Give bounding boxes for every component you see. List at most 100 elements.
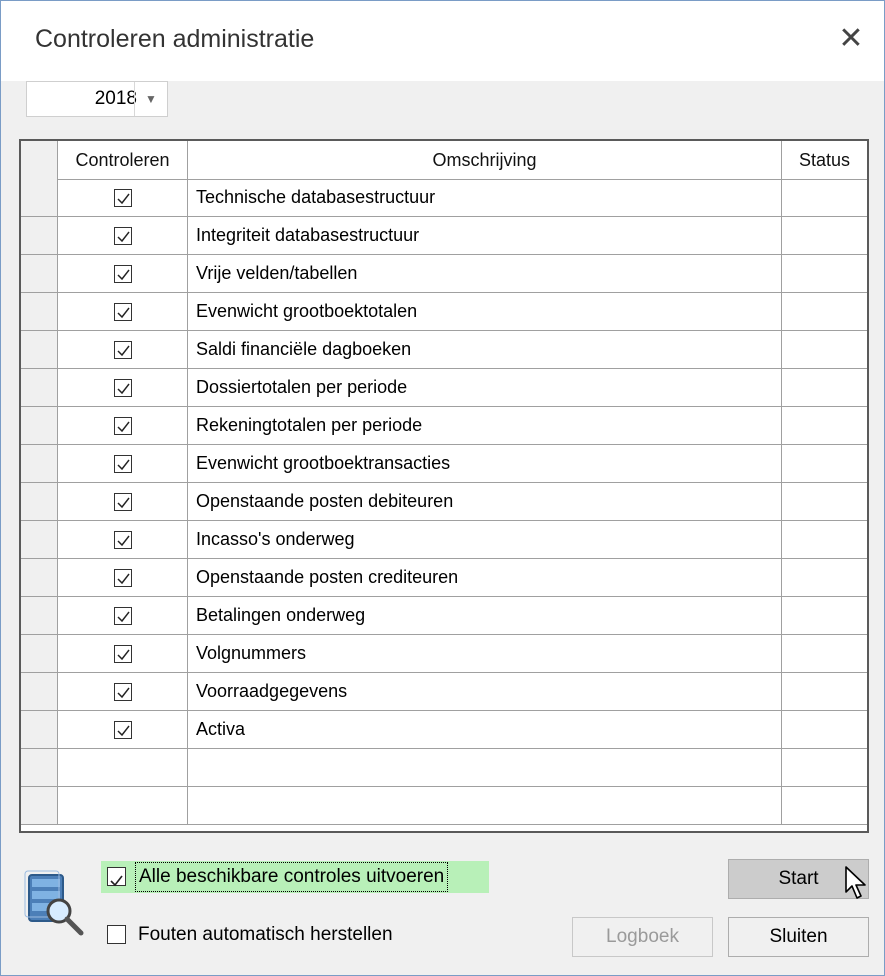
run-all-checkbox[interactable] xyxy=(107,867,126,887)
logbook-button[interactable]: Logboek xyxy=(572,917,713,957)
row-header-cell[interactable] xyxy=(21,255,58,292)
close-button[interactable]: Sluiten xyxy=(728,917,869,957)
description-cell: Betalingen onderweg xyxy=(188,597,782,634)
row-checkbox[interactable] xyxy=(113,606,132,625)
check-cell[interactable] xyxy=(58,749,188,786)
table-row[interactable]: Evenwicht grootboektotalen xyxy=(21,293,867,331)
check-cell[interactable] xyxy=(58,559,188,596)
status-cell xyxy=(782,445,867,482)
column-header-check[interactable]: Controleren xyxy=(58,141,188,179)
row-checkbox[interactable] xyxy=(113,492,132,511)
close-icon[interactable]: ✕ xyxy=(827,15,875,63)
table-row[interactable]: Openstaande posten crediteuren xyxy=(21,559,867,597)
table-row[interactable]: Voorraadgegevens xyxy=(21,673,867,711)
table-row[interactable]: Integriteit databasestructuur xyxy=(21,217,867,255)
row-checkbox[interactable] xyxy=(113,416,132,435)
dropdown-arrow-icon[interactable]: ▼ xyxy=(134,82,167,116)
table-row[interactable]: Volgnummers xyxy=(21,635,867,673)
table-row[interactable]: Incasso's onderweg xyxy=(21,521,867,559)
table-row[interactable]: Saldi financiële dagboeken xyxy=(21,331,867,369)
status-cell xyxy=(782,293,867,330)
row-checkbox[interactable] xyxy=(113,530,132,549)
check-cell[interactable] xyxy=(58,331,188,368)
status-cell xyxy=(782,179,867,216)
row-checkbox[interactable] xyxy=(113,720,132,739)
row-header-cell[interactable] xyxy=(21,331,58,368)
check-cell[interactable] xyxy=(58,217,188,254)
database-search-icon xyxy=(23,869,87,942)
auto-fix-option[interactable]: Fouten automatisch herstellen xyxy=(101,919,441,951)
run-all-checks-option[interactable]: Alle beschikbare controles uitvoeren xyxy=(101,861,489,893)
row-header-cell[interactable] xyxy=(21,407,58,444)
description-cell: Saldi financiële dagboeken xyxy=(188,331,782,368)
row-checkbox[interactable] xyxy=(113,682,132,701)
table-row[interactable]: Activa xyxy=(21,711,867,749)
check-cell[interactable] xyxy=(58,255,188,292)
row-header-cell[interactable] xyxy=(21,445,58,482)
bottom-panel: Alle beschikbare controles uitvoeren Fou… xyxy=(1,841,884,975)
status-cell xyxy=(782,711,867,748)
row-header-cell[interactable] xyxy=(21,217,58,254)
description-cell: Evenwicht grootboektransacties xyxy=(188,445,782,482)
year-select[interactable]: 2018 ▼ xyxy=(26,81,168,117)
row-header-cell[interactable] xyxy=(21,749,58,786)
check-cell[interactable] xyxy=(58,673,188,710)
check-cell[interactable] xyxy=(58,597,188,634)
row-header-cell[interactable] xyxy=(21,559,58,596)
table-row[interactable]: Rekeningtotalen per periode xyxy=(21,407,867,445)
row-checkbox[interactable] xyxy=(113,340,132,359)
check-cell[interactable] xyxy=(58,445,188,482)
status-cell xyxy=(782,407,867,444)
description-cell: Integriteit databasestructuur xyxy=(188,217,782,254)
row-checkbox[interactable] xyxy=(113,644,132,663)
table-row[interactable]: Technische databasestructuur xyxy=(21,179,867,217)
check-cell[interactable] xyxy=(58,179,188,216)
row-header-cell[interactable] xyxy=(21,635,58,672)
table-row[interactable]: Evenwicht grootboektransacties xyxy=(21,445,867,483)
description-cell: Incasso's onderweg xyxy=(188,521,782,558)
table-row[interactable]: Dossiertotalen per periode xyxy=(21,369,867,407)
row-header-cell[interactable] xyxy=(21,179,58,216)
status-cell xyxy=(782,787,867,824)
row-header-cell[interactable] xyxy=(21,711,58,748)
description-cell: Voorraadgegevens xyxy=(188,673,782,710)
row-header-cell[interactable] xyxy=(21,369,58,406)
row-checkbox[interactable] xyxy=(113,188,132,207)
status-cell xyxy=(782,635,867,672)
table-row[interactable]: Vrije velden/tabellen xyxy=(21,255,867,293)
row-checkbox[interactable] xyxy=(113,226,132,245)
description-cell xyxy=(188,749,782,786)
column-header-description[interactable]: Omschrijving xyxy=(188,141,782,179)
row-checkbox[interactable] xyxy=(113,302,132,321)
auto-fix-checkbox[interactable] xyxy=(107,925,126,944)
table-row[interactable]: Betalingen onderweg xyxy=(21,597,867,635)
run-all-label: Alle beschikbare controles uitvoeren xyxy=(135,862,449,892)
check-cell[interactable] xyxy=(58,787,188,824)
check-cell[interactable] xyxy=(58,407,188,444)
row-header-cell[interactable] xyxy=(21,673,58,710)
check-cell[interactable] xyxy=(58,521,188,558)
row-header-cell[interactable] xyxy=(21,787,58,824)
row-checkbox[interactable] xyxy=(113,568,132,587)
check-cell[interactable] xyxy=(58,635,188,672)
description-cell: Technische databasestructuur xyxy=(188,179,782,216)
row-header-cell[interactable] xyxy=(21,597,58,634)
row-header-cell[interactable] xyxy=(21,521,58,558)
row-checkbox[interactable] xyxy=(113,378,132,397)
status-cell xyxy=(782,331,867,368)
check-cell[interactable] xyxy=(58,711,188,748)
table-row[interactable] xyxy=(21,787,867,825)
table-row[interactable] xyxy=(21,749,867,787)
check-cell[interactable] xyxy=(58,293,188,330)
check-cell[interactable] xyxy=(58,483,188,520)
description-cell: Volgnummers xyxy=(188,635,782,672)
year-value: 2018 xyxy=(94,88,137,109)
column-header-status[interactable]: Status xyxy=(782,141,867,179)
row-header-cell[interactable] xyxy=(21,483,58,520)
row-header-cell[interactable] xyxy=(21,293,58,330)
check-cell[interactable] xyxy=(58,369,188,406)
row-checkbox[interactable] xyxy=(113,454,132,473)
table-row[interactable]: Openstaande posten debiteuren xyxy=(21,483,867,521)
row-checkbox[interactable] xyxy=(113,264,132,283)
corner-header xyxy=(21,141,58,179)
